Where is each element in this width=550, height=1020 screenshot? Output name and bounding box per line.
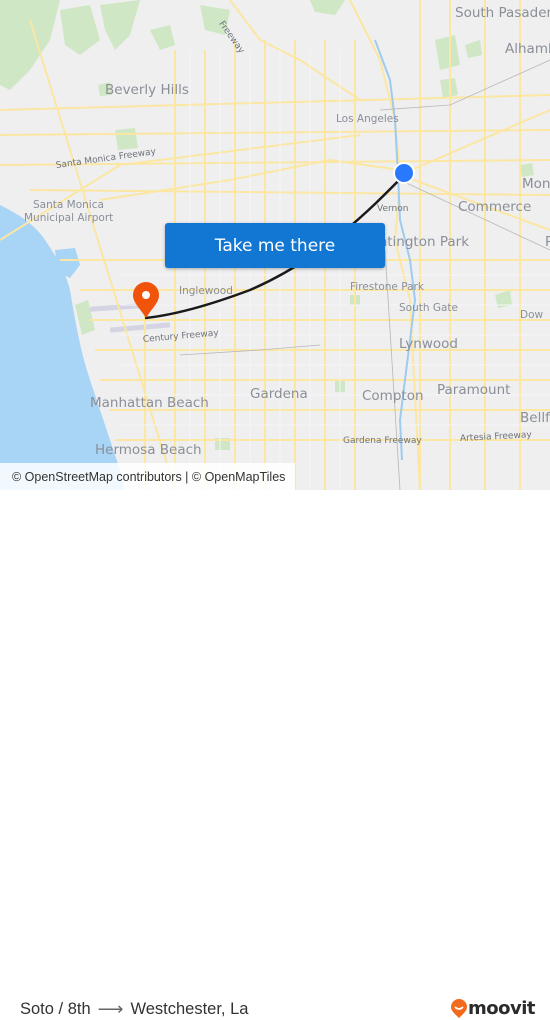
map-label-beverly-hills: Beverly Hills [105,82,189,98]
trip-summary: Soto / 8th ⟶ Westchester, La [20,999,248,1020]
moovit-logo[interactable]: moovit [450,998,536,1019]
map-label-pico-rivera: P [545,234,550,250]
map-label-hermosa-beach: Hermosa Beach [95,442,202,458]
moovit-wordmark: moovit [468,998,536,1019]
map-label-manhattan-beach: Manhattan Beach [90,395,209,411]
map-label-south-gate: South Gate [399,302,459,314]
map-label-los-angeles: Los Angeles [336,113,399,125]
map-attribution[interactable]: © OpenStreetMap contributors | © OpenMap… [0,463,296,490]
moovit-pin-icon [451,998,467,1018]
map-label-paramount: Paramount [437,382,511,398]
map-label-gardena: Gardena [250,386,308,402]
map-label-alhambra: Alhambra [505,41,550,57]
map-label-santa-monica-airport-1: Santa Monica [33,199,104,211]
arrow-right-icon: ⟶ [97,999,124,1019]
take-me-there-button[interactable]: Take me there [165,223,385,268]
map-label-bellflower: Bellf [520,410,550,426]
origin-marker [393,162,415,184]
trip-destination: Westchester, La [130,1000,249,1018]
map-label-south-pasadena: South Pasadena [455,5,550,21]
map-label-vernon: Vernon [377,204,409,214]
map-label-lynwood: Lynwood [399,336,458,352]
map-label-santa-monica-airport-2: Municipal Airport [24,212,114,224]
map-label-commerce: Commerce [458,199,532,215]
footer-bar: Soto / 8th ⟶ Westchester, La moovit [0,490,550,1019]
trip-origin: Soto / 8th [20,1000,91,1018]
airport-runways [89,303,171,333]
map-label-inglewood: Inglewood [179,285,233,297]
map[interactable]: South Pasadena Alhambra Beverly Hills Lo… [0,0,550,490]
map-label-monterey-park: Mon [522,176,550,192]
map-label-gardena-freeway: Gardena Freeway [343,436,422,446]
map-label-firestone-park: Firestone Park [350,281,424,293]
map-label-compton: Compton [362,388,424,404]
map-label-downey: Dow [520,309,544,321]
destination-marker [133,282,159,318]
